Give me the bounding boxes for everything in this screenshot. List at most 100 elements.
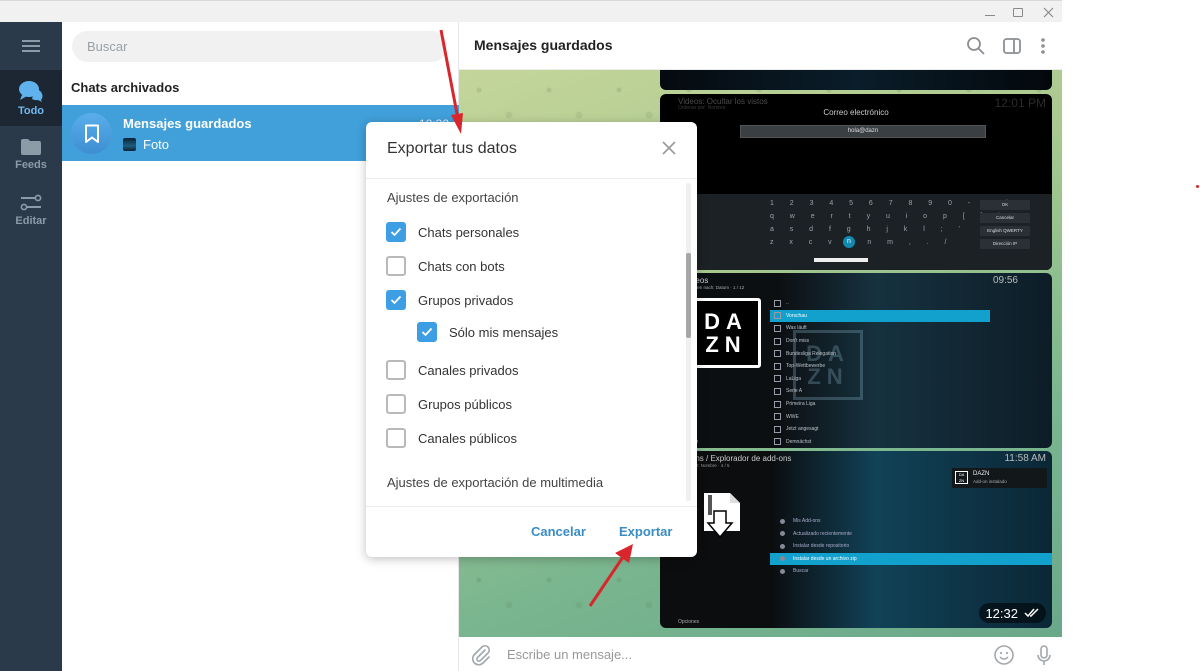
search-placeholder: Buscar — [87, 39, 128, 54]
export-option-checkbox[interactable]: Chats personales — [386, 222, 519, 242]
main-menu-button[interactable] — [0, 22, 62, 70]
logo-line: ZN — [705, 332, 747, 357]
checkbox-unchecked[interactable] — [386, 360, 406, 380]
export-option-checkbox[interactable]: Canales privados — [386, 360, 518, 380]
sliders-icon — [20, 194, 42, 210]
checkbox-label: Canales privados — [418, 362, 519, 378]
checkbox-label: Chats con bots — [418, 258, 505, 274]
folder-icon — [774, 324, 781, 332]
videos-item-label: Don't miss — [786, 338, 810, 345]
close-window-button[interactable] — [1034, 3, 1062, 21]
videos-item-label: LaLiga — [786, 375, 802, 382]
addons-item-label: Mis Add-ons — [793, 518, 821, 525]
addons-item-label: Buscar — [793, 568, 809, 575]
minimize-button[interactable] — [976, 3, 1004, 21]
close-icon — [1043, 7, 1053, 17]
checkbox-checked[interactable] — [386, 290, 406, 310]
folder-icon — [774, 337, 781, 345]
photo-field-value: hola@dazn — [740, 125, 986, 138]
checkbox-unchecked[interactable] — [386, 256, 406, 276]
videos-list: .. Vorschau Was läuft Don't miss Bundesliga … — [770, 297, 990, 448]
videos-list-item: Bundesliga Relegation — [770, 347, 990, 360]
maximize-button[interactable] — [1004, 3, 1032, 21]
emoji-icon[interactable] — [993, 644, 1015, 666]
menu-item-icon — [780, 531, 785, 537]
cancel-button[interactable]: Cancelar — [531, 524, 586, 539]
sidebar-toggle-icon[interactable] — [1002, 36, 1022, 56]
videos-item-label: Was läuft — [786, 325, 807, 332]
more-vertical-icon[interactable] — [1033, 36, 1053, 56]
rail-item-label: Todo — [17, 104, 45, 117]
checkbox-checked[interactable] — [417, 322, 437, 342]
menu-item-icon — [780, 518, 785, 524]
photo-options-label: Opciones — [678, 619, 700, 625]
keyboard-row: q w e r t y u i o p [ ] \ — [770, 213, 1001, 220]
export-option-checkbox[interactable]: Grupos públicos — [386, 394, 512, 414]
addons-menu-item: Actualizado recientemente — [770, 528, 1052, 541]
archived-chats-link[interactable]: Chats archivados — [71, 80, 179, 95]
export-option-checkbox[interactable]: Sólo mis mensajes — [417, 322, 558, 342]
rail-item-todo[interactable]: Todo — [0, 70, 62, 126]
videos-list-item: LaLiga — [770, 373, 990, 386]
videos-list-item: WWE — [770, 410, 990, 423]
message-timestamp: 12:32 — [979, 603, 1046, 623]
chat-preview: Foto — [123, 137, 169, 152]
photo-videos-screenshot[interactable]: Videos Sortieren nach: Datum · 1 / 12 09… — [660, 273, 1052, 448]
folder-icon — [774, 425, 781, 433]
chat-name: Mensajes guardados — [123, 116, 252, 131]
window-titlebar — [0, 0, 1062, 22]
videos-list-item: Don't miss — [770, 335, 990, 348]
chat-preview-text: Foto — [143, 137, 170, 152]
keyboard-spacebar — [814, 258, 868, 262]
folder-icon — [774, 312, 781, 320]
videos-list-item: Primeira Liga — [770, 398, 990, 411]
checkbox-label: Canales públicos — [418, 430, 518, 446]
checkbox-checked[interactable] — [386, 222, 406, 242]
checkbox-label: Chats personales — [418, 224, 520, 240]
checkmark-icon — [390, 295, 402, 305]
videos-item-label: Jetzt angesagt — [786, 426, 819, 433]
keyboard-side-button: Dirección IP — [980, 239, 1030, 249]
videos-item-label: Vorschau — [786, 312, 807, 319]
rail-item-editar[interactable]: Editar — [0, 182, 62, 238]
photo-keyboard-screenshot[interactable]: Videos: Ocultar los vistos Ordenar por: … — [660, 94, 1052, 270]
section-heading-media: Ajustes de exportación de multimedia — [387, 475, 604, 490]
zip-install-icon — [704, 493, 740, 539]
export-option-checkbox[interactable]: Canales públicos — [386, 428, 517, 448]
videos-list-item: .. — [770, 297, 990, 310]
checkmark-icon — [390, 227, 402, 237]
checkbox-unchecked[interactable] — [386, 394, 406, 414]
menu-item-icon — [780, 568, 785, 574]
attach-icon[interactable] — [470, 644, 492, 666]
maximize-icon — [1013, 7, 1023, 17]
export-option-checkbox[interactable]: Grupos privados — [386, 290, 513, 310]
export-data-dialog: Exportar tus datos Ajustes de exportació… — [366, 122, 697, 557]
keyboard-row: z x c v b n m , . / — [770, 239, 947, 246]
message-input[interactable]: Escribe un mensaje... — [507, 647, 632, 662]
search-input[interactable]: Buscar — [72, 31, 447, 62]
avatar — [71, 113, 112, 154]
rail-item-feeds[interactable]: Feeds — [0, 126, 62, 182]
rail-item-label: Editar — [15, 214, 47, 227]
photo-addons-screenshot[interactable]: Add-ons / Explorador de add-ons Ordenar … — [660, 451, 1052, 628]
addons-menu-item: Buscar — [770, 565, 1052, 578]
export-button[interactable]: Exportar — [619, 524, 672, 539]
microphone-icon[interactable] — [1033, 644, 1055, 666]
checkbox-label: Sólo mis mensajes — [449, 324, 559, 340]
menu-item-icon — [780, 543, 785, 549]
videos-item-label: Demnächst — [786, 438, 812, 445]
dialog-scrollbar[interactable] — [686, 183, 691, 501]
close-icon[interactable] — [660, 139, 678, 157]
keyboard-highlight-key: n — [843, 236, 855, 248]
keyboard-side-button: OK — [980, 200, 1030, 210]
folder-icon — [774, 350, 781, 358]
photo-message-top[interactable] — [660, 70, 1052, 90]
logo-line: DA — [704, 308, 748, 334]
search-icon[interactable] — [966, 36, 986, 56]
conversation-title[interactable]: Mensajes guardados — [474, 37, 613, 53]
checkbox-unchecked[interactable] — [386, 428, 406, 448]
scrollbar-thumb[interactable] — [686, 253, 691, 338]
folder-icon — [774, 299, 781, 307]
message-composer: Escribe un mensaje... — [459, 637, 1062, 671]
export-option-checkbox[interactable]: Chats con bots — [386, 256, 505, 276]
